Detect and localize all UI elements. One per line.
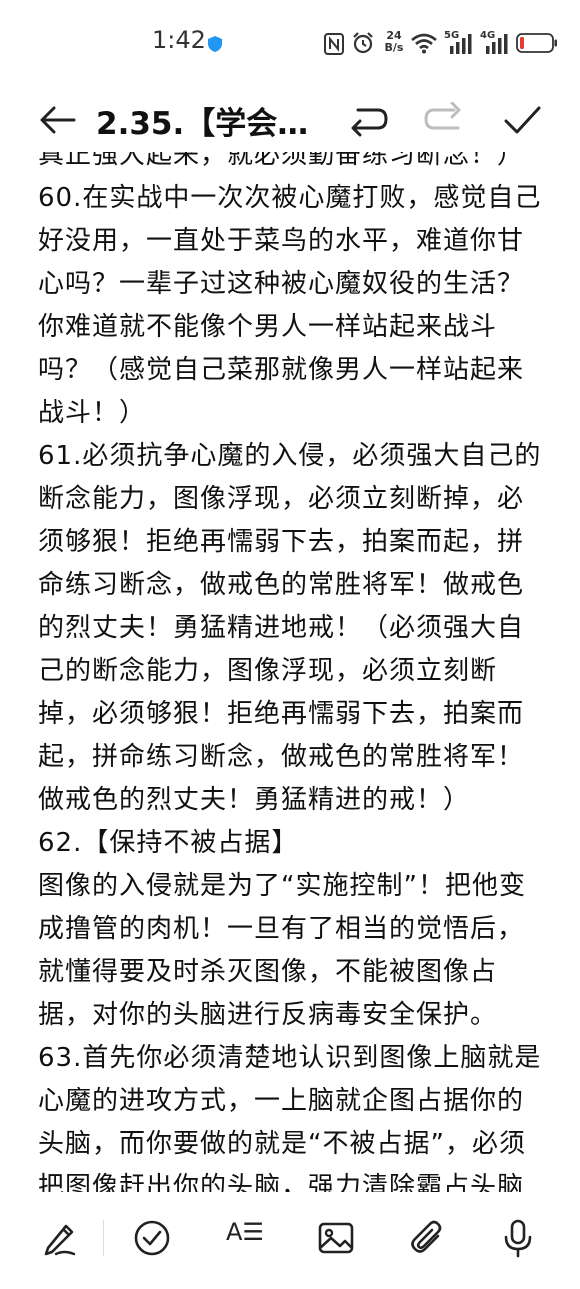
checkmark-done-icon[interactable]	[502, 100, 542, 140]
text-format-icon[interactable]: A☰	[226, 1218, 266, 1258]
attachment-paperclip-icon[interactable]	[408, 1218, 448, 1258]
paragraph[interactable]: 真正强大起来，就必须勤奋练习断念！）	[38, 152, 546, 177]
wifi-icon	[411, 33, 437, 54]
document-content[interactable]: 真正强大起来，就必须勤奋练习断念！） 60.在实战中一次次被心魔打败，感觉自己好…	[38, 152, 546, 1192]
network-speed: 24 B/s	[382, 30, 406, 54]
paragraph[interactable]: 63.首先你必须清楚地认识到图像上脑就是心魔的进攻方式，一上脑就企图占据你的头脑…	[38, 1037, 546, 1192]
text-format-label: A☰	[226, 1218, 264, 1246]
microphone-icon[interactable]	[498, 1218, 538, 1258]
handwriting-pen-icon[interactable]	[40, 1218, 80, 1258]
sim2-signal-icon	[486, 34, 508, 54]
status-time: 1:42	[152, 26, 206, 54]
redo-icon[interactable]	[424, 102, 464, 138]
network-speed-unit: B/s	[384, 41, 404, 54]
paragraph[interactable]: 60.在实战中一次次被心魔打败，感觉自己好没用，一直处于菜鸟的水平，难道你甘心吗…	[38, 177, 546, 435]
sim1-signal-icon	[450, 34, 472, 54]
security-shield-icon	[208, 36, 222, 52]
paragraph[interactable]: 图像的入侵就是为了“实施控制”！把他变成撸管的肉机！一旦有了相当的觉悟后，就懂得…	[38, 865, 546, 1037]
bottom-toolbar: A☰	[0, 1200, 580, 1276]
back-arrow-icon[interactable]	[38, 100, 78, 140]
nfc-icon	[324, 33, 344, 55]
paragraph[interactable]: 61.必须抗争心魔的入侵，必须强大自己的断念能力，图像浮现，必须立刻断掉，必须够…	[38, 435, 546, 822]
document-editor[interactable]: 真正强大起来，就必须勤奋练习断念！） 60.在实战中一次次被心魔打败，感觉自己好…	[0, 152, 580, 1192]
status-bar: 1:42 24 B/s 5G 4G	[0, 0, 580, 88]
checklist-icon[interactable]	[132, 1218, 172, 1258]
undo-icon[interactable]	[348, 102, 388, 138]
title-bar: 2.35.【学会…	[0, 88, 580, 152]
toolbar-divider	[103, 1220, 104, 1256]
paragraph-heading[interactable]: 62.【保持不被占据】	[38, 822, 546, 865]
image-insert-icon[interactable]	[316, 1218, 356, 1258]
alarm-icon	[353, 32, 373, 54]
battery-low-icon	[516, 33, 557, 53]
document-title: 2.35.【学会…	[96, 106, 309, 142]
